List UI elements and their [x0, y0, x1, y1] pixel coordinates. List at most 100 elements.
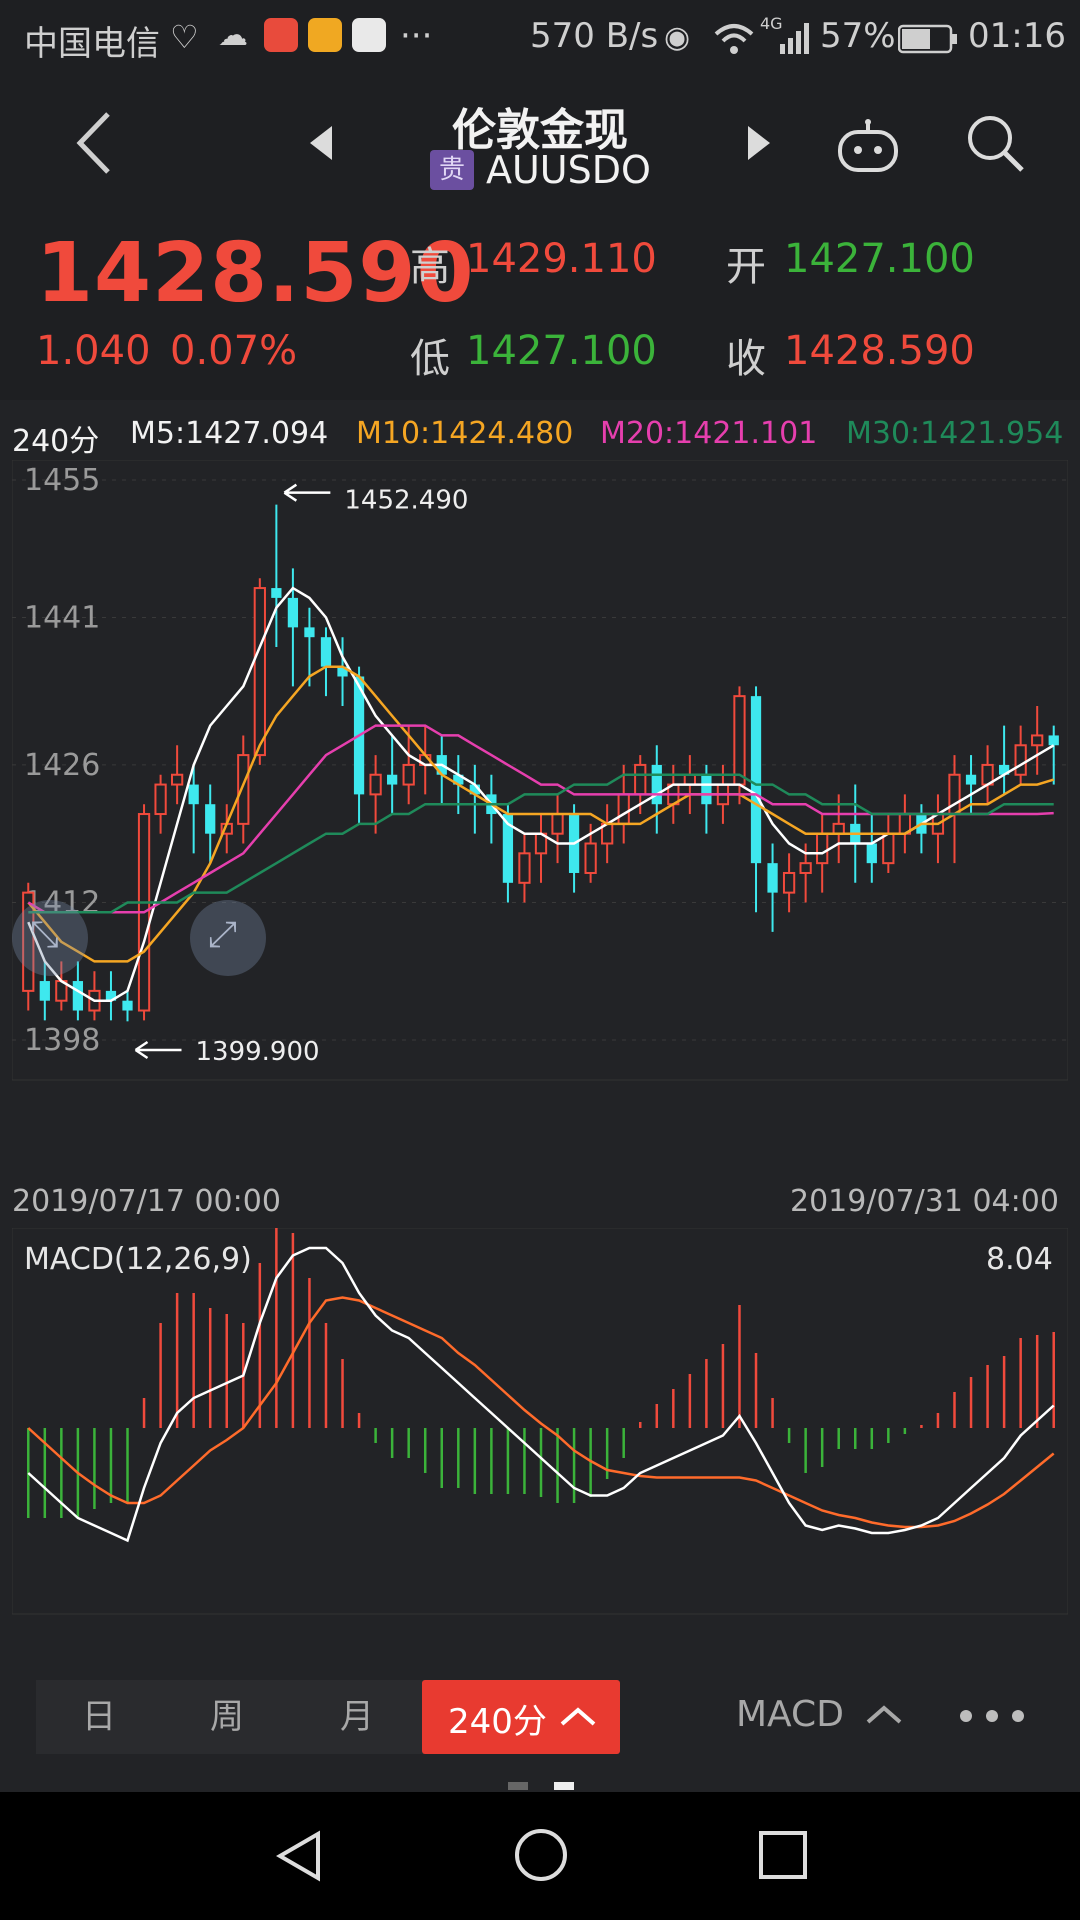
wifi-icon [714, 24, 754, 54]
more-notifications-icon: ··· [400, 16, 433, 56]
y-tick-label: 1441 [24, 601, 100, 636]
ma30-legend: M30:1421.954 [846, 416, 1064, 451]
system-back-icon[interactable] [272, 1828, 328, 1884]
candle-body [387, 774, 398, 785]
candle-body [154, 783, 167, 816]
max-annotation: 1452.490 [344, 486, 468, 516]
system-recents-icon[interactable] [756, 1828, 810, 1882]
candle-body [253, 587, 266, 757]
back-button[interactable] [70, 108, 120, 178]
robot-assistant-icon[interactable] [836, 118, 900, 174]
tab-month[interactable]: 月 [292, 1680, 422, 1754]
min-arrow [134, 1040, 182, 1060]
candle-body [551, 813, 564, 835]
fullscreen-button[interactable]: ⤢ [190, 900, 266, 976]
candle-body [39, 981, 50, 1001]
candle-body [402, 763, 415, 786]
system-nav-bar [0, 1792, 1080, 1920]
chevron-up-icon [560, 1707, 596, 1726]
candle-body [1031, 734, 1044, 747]
ma-period-label: 240分 [12, 424, 100, 459]
battery-percent: 57% [820, 16, 896, 56]
ma20-legend: M20:1421.101 [600, 416, 818, 451]
candle-body [188, 784, 199, 805]
carrier-name: 中国电信 [24, 24, 160, 64]
candle-body [866, 843, 877, 864]
tab-day[interactable]: 日 [36, 1680, 162, 1754]
nav-bar: 伦敦金现 贵 AUUSDO [0, 76, 1080, 216]
cloud-icon: ☁ [218, 18, 248, 53]
quote-panel: 1428.590 1.040 0.07% 高 1429.110 低 1427.1… [0, 216, 1080, 388]
candle-body [965, 774, 977, 785]
next-symbol-button[interactable] [744, 124, 774, 162]
candle-body [287, 597, 299, 628]
macd-value: 8.04 [986, 1242, 1053, 1277]
last-price: 1428.590 [36, 226, 475, 321]
candlestick-chart[interactable]: 145514411426141213981452.4901399.900 [12, 460, 1068, 1180]
y-tick-label: 1426 [24, 748, 100, 783]
chart-area[interactable]: 240分 M5:1427.094 M10:1424.480 M20:1421.1… [0, 400, 1080, 1640]
macd-frame [12, 1228, 1068, 1615]
tab-week[interactable]: 周 [162, 1680, 292, 1754]
network-speed: 570 B/s [530, 16, 659, 56]
expand-icon: ⤢ [208, 914, 237, 955]
battery-icon [898, 24, 957, 54]
prev-symbol-button[interactable] [306, 124, 336, 162]
y-tick-label: 1455 [24, 463, 100, 498]
system-home-icon[interactable] [512, 1826, 570, 1884]
clock: 01:16 [968, 16, 1066, 56]
price-change: 1.040 [36, 328, 151, 374]
tab-240min-label: 240分 [448, 1702, 547, 1742]
page-dot-2 [554, 1782, 574, 1790]
candle-body [369, 773, 382, 796]
high-label: 高 [410, 244, 450, 290]
indicator-chevron-up-icon[interactable] [864, 1702, 904, 1728]
max-arrow [283, 483, 331, 502]
candle-body [733, 695, 746, 786]
candle-body [72, 981, 84, 1011]
candle-body [271, 588, 282, 598]
more-options-icon[interactable] [956, 1706, 1046, 1726]
candle-body [816, 832, 829, 865]
candle-body [304, 627, 315, 638]
candle-body [617, 793, 630, 825]
low-value: 1427.100 [466, 328, 657, 374]
candle-body [205, 804, 216, 834]
expand-left-button[interactable]: ⤡ [12, 900, 88, 976]
min-annotation: 1399.900 [196, 1037, 320, 1067]
open-value: 1427.100 [784, 236, 975, 282]
candle-body [948, 773, 961, 816]
macd-label: MACD(12,26,9) [24, 1242, 252, 1277]
chart-frame [12, 460, 1068, 1081]
candle-body [237, 754, 250, 825]
high-value: 1429.110 [466, 236, 657, 282]
open-label: 开 [726, 244, 766, 290]
browser-app-icon [352, 18, 386, 52]
x-start-label: 2019/07/17 00:00 [12, 1184, 281, 1219]
candle-body [882, 832, 895, 865]
candle-body [122, 1000, 133, 1011]
price-change-percent: 0.07% [170, 328, 298, 374]
candle-body [1014, 744, 1027, 776]
candle-body [683, 773, 696, 786]
tab-240min[interactable]: 240分 [422, 1680, 620, 1754]
close-value: 1428.590 [784, 328, 975, 374]
search-icon[interactable] [964, 112, 1028, 176]
candle-body [651, 764, 662, 805]
low-label: 低 [410, 336, 450, 382]
ma10-legend: M10:1424.480 [356, 416, 574, 451]
y-tick-label: 1398 [24, 1023, 100, 1058]
close-label: 收 [726, 336, 766, 382]
macd-chart[interactable] [12, 1228, 1068, 1616]
candle-body [799, 862, 812, 874]
status-bar: 中国电信 ♡ ☁ ··· 570 B/s ◉ 4G 57% 01:16 [0, 0, 1080, 76]
candle-body [1048, 735, 1059, 746]
candle-body [634, 763, 647, 796]
candle-body [518, 852, 531, 884]
mail-app-icon [308, 18, 342, 52]
category-badge: 贵 [430, 150, 474, 190]
weibo-app-icon [264, 18, 298, 52]
candle-body [782, 871, 796, 894]
indicator-selector[interactable]: MACD [736, 1694, 844, 1735]
x-end-label: 2019/07/31 04:00 [790, 1184, 1059, 1219]
